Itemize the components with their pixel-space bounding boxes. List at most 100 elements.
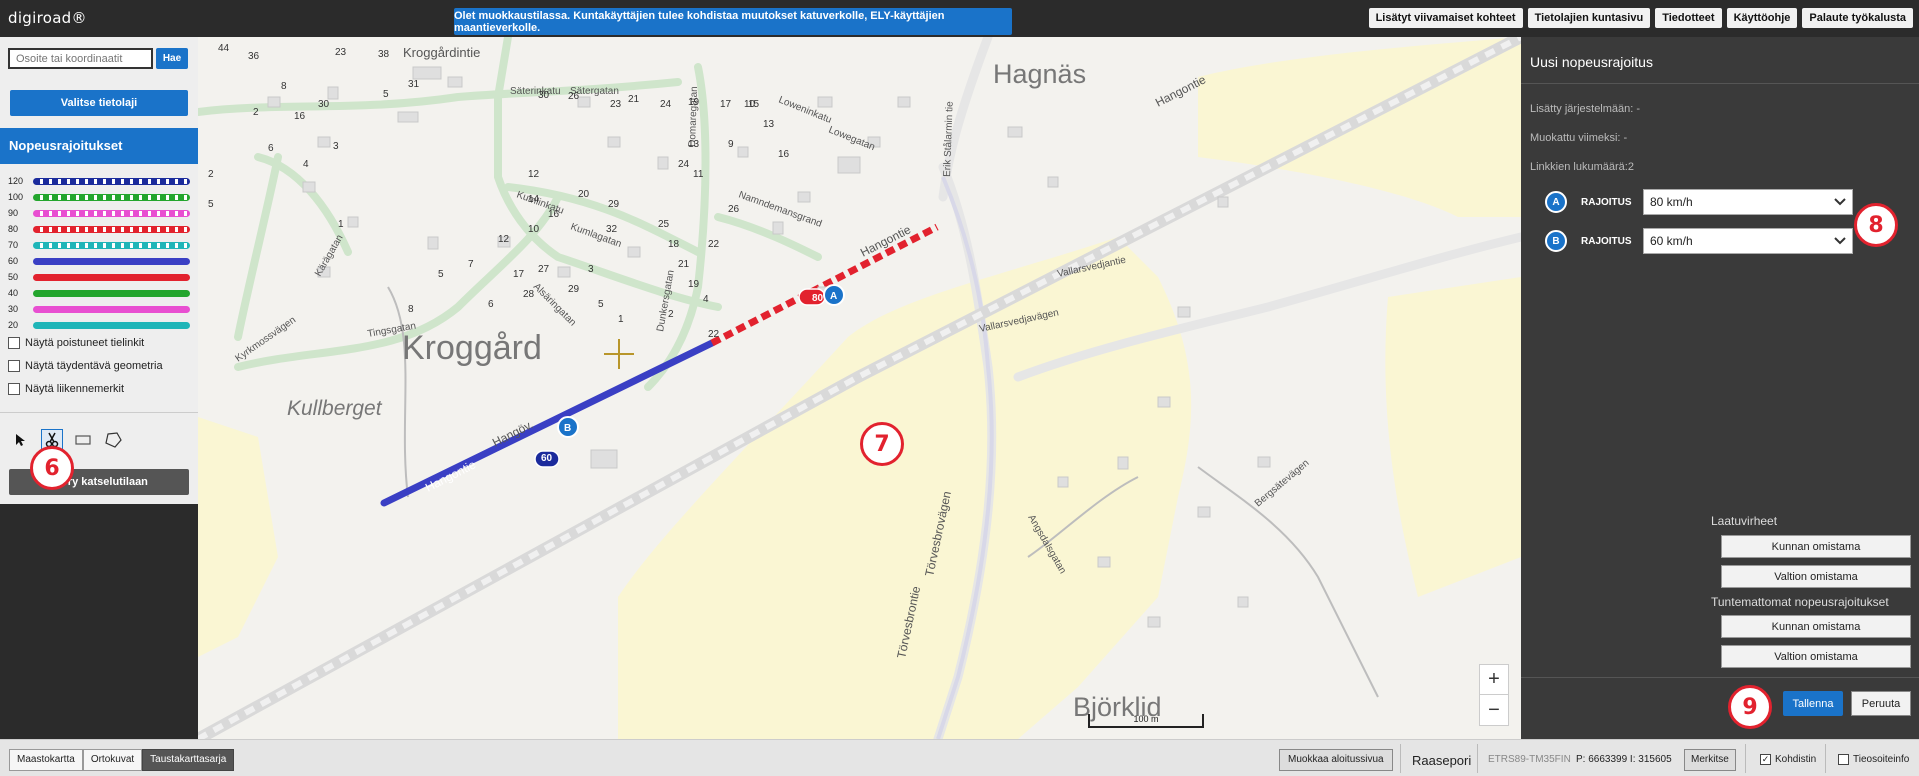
checkbox-checked[interactable]: ✓	[1760, 754, 1771, 765]
house-number: 7	[468, 259, 474, 270]
road-info-label: Tieosoiteinfo	[1853, 754, 1910, 765]
basemap-switcher: Maastokartta Ortokuvat Taustakarttasarja	[9, 749, 235, 771]
house-number: 8	[408, 304, 414, 315]
road-label: Hangontie	[423, 457, 478, 494]
checkbox[interactable]	[1838, 754, 1849, 765]
house-number: 32	[606, 224, 618, 235]
checkbox[interactable]	[8, 360, 20, 372]
house-number: 1	[338, 219, 344, 230]
quality-municipal-button[interactable]: Kunnan omistama	[1721, 535, 1911, 558]
house-number: 30	[538, 90, 550, 101]
basemap-ortho-button[interactable]: Ortokuvat	[82, 749, 143, 771]
house-number: 4	[703, 294, 709, 305]
speed-sign-60-value: 60	[541, 453, 553, 464]
nav-user-guide[interactable]: Käyttöohje	[1726, 8, 1798, 28]
limit-row-a: A RAJOITUS 80 km/h	[1545, 189, 1853, 215]
nav-linear-assets[interactable]: Lisätyt viivamaiset kohteet	[1368, 8, 1523, 28]
top-bar: digiroad® Olet muokkaustilassa. Kuntakäy…	[0, 0, 1919, 37]
limit-row-b: B RAJOITUS 60 km/h	[1545, 228, 1853, 254]
zoom-in-button[interactable]: +	[1480, 665, 1508, 695]
badge-b-label: B	[564, 423, 571, 434]
house-number: 1	[618, 314, 624, 325]
legend-swatch	[33, 225, 190, 233]
house-number: 17	[720, 99, 732, 110]
speed-limit-select-a[interactable]: 80 km/h	[1643, 189, 1853, 215]
field-area	[198, 417, 278, 657]
cancel-button[interactable]: Peruuta	[1851, 691, 1911, 716]
house-number: 26	[568, 91, 580, 102]
house-number: 10	[744, 99, 756, 110]
unknown-municipal-button[interactable]: Kunnan omistama	[1721, 615, 1911, 638]
show-traffic-signs-toggle[interactable]: Näytä liikennemerkit	[8, 383, 124, 395]
show-complementary-geometry-toggle[interactable]: Näytä täydentävä geometria	[8, 360, 163, 372]
map[interactable]: Kroggårdintie Säterinkatu Sätergatan Han…	[198, 37, 1521, 739]
select-layer-button[interactable]: Valitse tietolaji	[10, 90, 188, 116]
step-marker-7: 7	[860, 422, 904, 466]
polygon-tool-icon[interactable]	[102, 429, 124, 451]
cursor-coordinates: P: 6663399 I: 315605	[1576, 754, 1672, 765]
nav-bulletins[interactable]: Tiedotteet	[1655, 8, 1722, 28]
edit-homepage-button[interactable]: Muokkaa aloitussivua	[1279, 749, 1393, 771]
show-removed-links-toggle[interactable]: Näytä poistuneet tielinkit	[8, 337, 144, 349]
basemap-background-button[interactable]: Taustakarttasarja	[142, 749, 235, 771]
divider	[1745, 744, 1746, 773]
house-number: 26	[728, 204, 740, 215]
nav-feedback[interactable]: Palaute työkalusta	[1802, 8, 1913, 28]
rectangle-tool-icon[interactable]	[72, 429, 94, 451]
checkbox[interactable]	[8, 337, 20, 349]
house-number: 21	[678, 259, 690, 270]
chevron-down-icon	[1834, 198, 1846, 206]
house-number: 30	[318, 99, 330, 110]
digiroad-logo[interactable]: digiroad®	[8, 9, 87, 27]
select-value: 60 km/h	[1650, 234, 1693, 248]
road-label: Kroggårdintie	[403, 45, 480, 60]
segment-badge-b[interactable]: B	[557, 416, 579, 438]
nav-municipality-page[interactable]: Tietolajien kuntasivu	[1527, 8, 1651, 28]
house-number: 12	[498, 234, 510, 245]
legend-row: 100	[8, 189, 190, 205]
house-number: 44	[218, 43, 230, 54]
map-canvas[interactable]: Kroggårdintie Säterinkatu Sätergatan Han…	[198, 37, 1521, 739]
quality-state-button[interactable]: Valtion omistama	[1721, 565, 1911, 588]
road-address-info-toggle[interactable]: Tieosoiteinfo	[1838, 754, 1909, 765]
select-tool-icon[interactable]	[10, 429, 32, 451]
badge-a-label: A	[830, 291, 837, 302]
house-number: 3	[588, 264, 594, 275]
house-number: 5	[598, 299, 604, 310]
legend-row: 90	[8, 205, 190, 221]
house-number: 6	[268, 143, 274, 154]
road-label: Domaregatan	[687, 86, 700, 147]
legend-value: 120	[8, 176, 24, 186]
legend-value: 20	[8, 320, 19, 330]
speed-sign-80[interactable]: 80	[798, 288, 826, 306]
house-number: 3	[333, 141, 339, 152]
segment-badge-a[interactable]: A	[823, 284, 845, 306]
checkbox-label: Näytä liikennemerkit	[25, 383, 125, 395]
search-button[interactable]: Hae	[156, 48, 188, 69]
checkbox[interactable]	[8, 383, 20, 395]
house-number: 11	[693, 169, 704, 180]
speed-limit-legend: 120 100 90 80 70 60 50 40 30 20	[8, 173, 190, 333]
limit-label: RAJOITUS	[1581, 235, 1632, 247]
field-area	[1385, 277, 1521, 597]
house-number: 20	[578, 189, 590, 200]
search-input[interactable]	[8, 48, 153, 69]
save-button[interactable]: Tallenna	[1783, 691, 1843, 716]
house-number: 22	[708, 329, 720, 340]
house-number: 29	[568, 284, 580, 295]
speed-sign-60[interactable]: 60	[534, 450, 560, 468]
speed-limit-select-b[interactable]: 60 km/h	[1643, 228, 1853, 254]
road-label: Erik Stålarmin tie	[941, 101, 956, 177]
legend-value: 90	[8, 208, 19, 218]
unknown-state-button[interactable]: Valtion omistama	[1721, 645, 1911, 668]
house-number: 21	[628, 94, 640, 105]
house-number: 6	[488, 299, 494, 310]
cursor-toggle[interactable]: ✓ Kohdistin	[1760, 754, 1816, 765]
divider	[1400, 744, 1401, 773]
zoom-out-button[interactable]: −	[1480, 695, 1508, 725]
mark-coordinates-button[interactable]: Merkitse	[1684, 749, 1736, 771]
legend-value: 60	[8, 256, 19, 266]
legend-row: 20	[8, 317, 190, 333]
house-number: 8	[281, 81, 287, 92]
basemap-terrain-button[interactable]: Maastokartta	[9, 749, 83, 771]
